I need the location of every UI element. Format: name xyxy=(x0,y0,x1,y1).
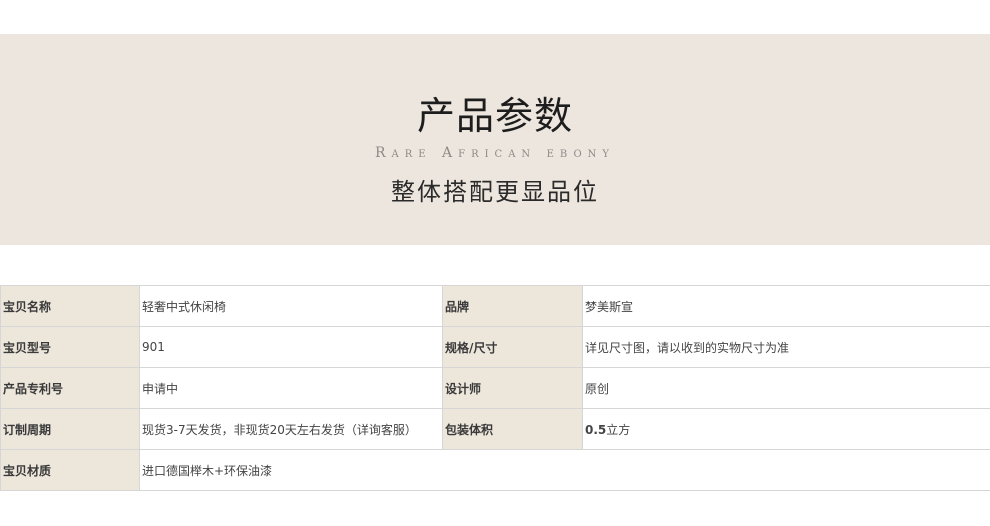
param-value: 现货3-7天发货，非现货20天左右发货（详询客服） xyxy=(139,408,443,450)
table-row: 宝贝材质 进口德国榉木+环保油漆 xyxy=(0,449,990,491)
param-label: 设计师 xyxy=(442,367,583,409)
param-label: 订制周期 xyxy=(0,408,140,450)
english-subtitle: Rare African ebony xyxy=(374,145,616,161)
param-value: 原创 xyxy=(582,367,990,409)
page-title: 产品参数 xyxy=(416,94,573,138)
param-label: 包装体积 xyxy=(442,408,583,450)
param-label: 宝贝材质 xyxy=(0,449,140,491)
param-value: 901 xyxy=(139,326,443,368)
param-value: 申请中 xyxy=(139,367,443,409)
product-params-table: 宝贝名称 轻奢中式休闲椅 品牌 梦美斯宣 宝贝型号 901 规格/尺寸 详见尺寸… xyxy=(0,285,990,491)
param-value: 0.5立方 xyxy=(582,408,990,450)
param-label: 宝贝名称 xyxy=(0,285,140,327)
param-value: 轻奢中式休闲椅 xyxy=(139,285,443,327)
param-label: 规格/尺寸 xyxy=(442,326,583,368)
param-label: 产品专利号 xyxy=(0,367,140,409)
param-value: 详见尺寸图，请以收到的实物尺寸为准 xyxy=(582,326,990,368)
table-row: 产品专利号 申请中 设计师 原创 xyxy=(0,367,990,409)
param-value: 进口德国榉木+环保油漆 xyxy=(139,449,990,491)
tagline: 整体搭配更显品位 xyxy=(391,178,599,206)
param-value: 梦美斯宣 xyxy=(582,285,990,327)
volume-unit: 立方 xyxy=(606,422,631,437)
table-row: 宝贝型号 901 规格/尺寸 详见尺寸图，请以收到的实物尺寸为准 xyxy=(0,326,990,368)
table-row: 订制周期 现货3-7天发货，非现货20天左右发货（详询客服） 包装体积 0.5立… xyxy=(0,408,990,450)
param-label: 品牌 xyxy=(442,285,583,327)
volume-number: 0.5 xyxy=(585,422,607,437)
param-label: 宝贝型号 xyxy=(0,326,140,368)
table-row: 宝贝名称 轻奢中式休闲椅 品牌 梦美斯宣 xyxy=(0,285,990,327)
header-banner: 产品参数 Rare African ebony 整体搭配更显品位 xyxy=(0,34,990,245)
